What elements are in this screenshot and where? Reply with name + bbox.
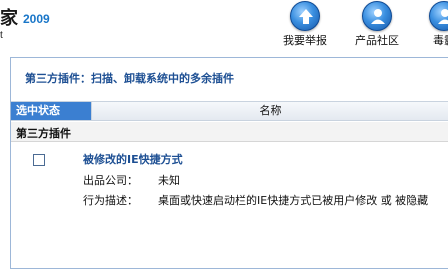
panel-title: 第三方插件：扫描、卸载系统中的多余插件 [25, 72, 234, 85]
community-button[interactable]: 产品社区 [345, 0, 409, 52]
brand-subtext: t [0, 30, 3, 41]
company-label: 出品公司： [83, 174, 138, 187]
upload-arrow-icon [290, 1, 320, 31]
report-button-label: 我要举报 [283, 34, 327, 47]
item-title-link[interactable]: 被修改的IE快捷方式 [83, 151, 183, 167]
app-header: 家 2009 t 我要举报 产品社区 毒霸 [0, 0, 448, 52]
column-selected-state[interactable]: 选中状态 [11, 102, 91, 120]
brand-name: 家 [0, 8, 18, 28]
antivirus-button-label: 毒霸 [433, 34, 448, 47]
column-name[interactable]: 名称 [91, 102, 448, 120]
behavior-value: 桌面或快速启动栏的IE快捷方式已被用户修改 或 被隐藏 [158, 194, 429, 207]
report-button[interactable]: 我要举报 [273, 0, 337, 52]
brand-year: 2009 [23, 12, 50, 26]
behavior-label: 行为描述： [83, 194, 138, 207]
community-people-icon [362, 1, 392, 31]
company-value: 未知 [158, 174, 180, 187]
antivirus-button[interactable]: 毒霸 [412, 0, 448, 52]
table-header: 选中状态 名称 [11, 101, 448, 121]
antivirus-icon [429, 1, 448, 31]
item-checkbox[interactable] [33, 154, 45, 166]
group-row: 第三方插件 [11, 122, 448, 142]
group-label: 第三方插件 [16, 127, 71, 140]
plugin-panel: 第三方插件：扫描、卸载系统中的多余插件 选中状态 名称 第三方插件 被修改的IE… [10, 57, 448, 269]
community-button-label: 产品社区 [355, 34, 399, 47]
